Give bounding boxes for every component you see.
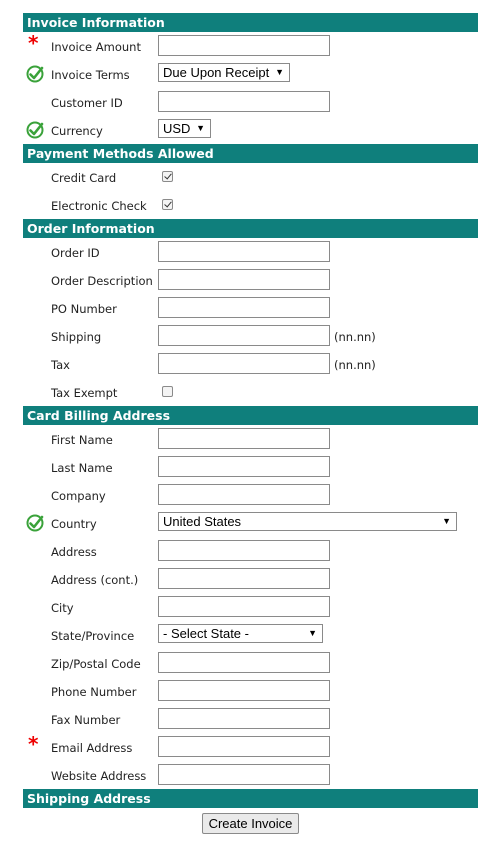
create-invoice-button[interactable]: Create Invoice xyxy=(201,813,300,834)
green-checkmark-icon xyxy=(26,65,44,83)
tax-exempt-row: Tax Exempt xyxy=(23,378,478,406)
invoice-terms-label: Invoice Terms xyxy=(51,68,130,82)
required-asterisk-icon: * xyxy=(28,732,39,756)
order-description-input[interactable] xyxy=(158,269,330,290)
address-row: Address xyxy=(23,537,478,565)
country-row: Country United States ▼ xyxy=(23,509,478,537)
credit-card-checkbox[interactable] xyxy=(162,171,173,182)
tax-format-hint: (nn.nn) xyxy=(334,358,376,372)
electronic-check-checkbox[interactable] xyxy=(162,199,173,210)
phone-row: Phone Number xyxy=(23,677,478,705)
shipping-row: Shipping (nn.nn) xyxy=(23,322,478,350)
electronic-check-label: Electronic Check xyxy=(51,199,147,213)
order-description-label: Order Description xyxy=(51,274,153,288)
order-id-label: Order ID xyxy=(51,246,100,260)
dropdown-arrow-icon: ▼ xyxy=(308,628,317,638)
currency-row: Currency USD ▼ xyxy=(23,116,478,144)
currency-label: Currency xyxy=(51,124,103,138)
website-input[interactable] xyxy=(158,764,330,785)
section-header-shipping-address: Shipping Address xyxy=(23,789,478,808)
dropdown-arrow-icon: ▼ xyxy=(196,123,205,133)
invoice-terms-row: Invoice Terms Due Upon Receipt ▼ xyxy=(23,60,478,88)
address-input[interactable] xyxy=(158,540,330,561)
tax-input[interactable] xyxy=(158,353,330,374)
email-row: * Email Address xyxy=(23,732,478,761)
invoice-terms-value: Due Upon Receipt xyxy=(163,65,270,80)
tax-label: Tax xyxy=(51,358,70,372)
required-asterisk-icon: * xyxy=(28,31,39,55)
customer-id-label: Customer ID xyxy=(51,96,123,110)
actions-bar: Create Invoice xyxy=(23,808,478,834)
address-cont-input[interactable] xyxy=(158,568,330,589)
first-name-row: First Name xyxy=(23,425,478,453)
first-name-label: First Name xyxy=(51,433,113,447)
country-select[interactable]: United States ▼ xyxy=(158,512,457,531)
credit-card-row: Credit Card xyxy=(23,163,478,191)
country-value: United States xyxy=(163,514,242,529)
last-name-input[interactable] xyxy=(158,456,330,477)
address-label: Address xyxy=(51,545,97,559)
state-row: State/Province - Select State - ▼ xyxy=(23,621,478,649)
city-input[interactable] xyxy=(158,596,330,617)
address-cont-label: Address (cont.) xyxy=(51,573,139,587)
website-row: Website Address xyxy=(23,761,478,789)
shipping-label: Shipping xyxy=(51,330,102,344)
order-description-row: Order Description xyxy=(23,266,478,294)
company-row: Company xyxy=(23,481,478,509)
country-label: Country xyxy=(51,517,97,531)
last-name-label: Last Name xyxy=(51,461,113,475)
currency-select[interactable]: USD ▼ xyxy=(158,119,211,138)
last-name-row: Last Name xyxy=(23,453,478,481)
company-label: Company xyxy=(51,489,106,503)
section-header-payment-methods: Payment Methods Allowed xyxy=(23,144,478,163)
invoice-amount-row: * Invoice Amount xyxy=(23,31,478,60)
phone-input[interactable] xyxy=(158,680,330,701)
company-input[interactable] xyxy=(158,484,330,505)
tax-exempt-label: Tax Exempt xyxy=(51,386,118,400)
section-header-order-information: Order Information xyxy=(23,219,478,238)
electronic-check-row: Electronic Check xyxy=(23,191,478,219)
invoice-form: Invoice Information * Invoice Amount Inv… xyxy=(23,13,478,834)
city-label: City xyxy=(51,601,74,615)
customer-id-input[interactable] xyxy=(158,91,330,112)
po-number-input[interactable] xyxy=(158,297,330,318)
dropdown-arrow-icon: ▼ xyxy=(442,516,451,526)
first-name-input[interactable] xyxy=(158,428,330,449)
invoice-amount-label: Invoice Amount xyxy=(51,40,141,54)
po-number-label: PO Number xyxy=(51,302,117,316)
currency-value: USD xyxy=(163,121,191,136)
section-header-card-billing-address: Card Billing Address xyxy=(23,406,478,425)
state-value: - Select State - xyxy=(163,626,249,641)
email-input[interactable] xyxy=(158,736,330,757)
state-label: State/Province xyxy=(51,629,135,643)
website-label: Website Address xyxy=(51,769,147,783)
fax-row: Fax Number xyxy=(23,705,478,733)
phone-label: Phone Number xyxy=(51,685,137,699)
invoice-terms-select[interactable]: Due Upon Receipt ▼ xyxy=(158,63,290,82)
zip-input[interactable] xyxy=(158,652,330,673)
tax-exempt-checkbox[interactable] xyxy=(162,386,173,397)
zip-label: Zip/Postal Code xyxy=(51,657,141,671)
customer-id-row: Customer ID xyxy=(23,88,478,116)
state-select[interactable]: - Select State - ▼ xyxy=(158,624,323,643)
invoice-amount-input[interactable] xyxy=(158,35,330,56)
green-checkmark-icon xyxy=(26,514,44,532)
address-cont-row: Address (cont.) xyxy=(23,565,478,593)
tax-row: Tax (nn.nn) xyxy=(23,350,478,378)
zip-row: Zip/Postal Code xyxy=(23,649,478,677)
green-checkmark-icon xyxy=(26,121,44,139)
email-label: Email Address xyxy=(51,741,133,755)
order-id-input[interactable] xyxy=(158,241,330,262)
po-number-row: PO Number xyxy=(23,294,478,322)
shipping-format-hint: (nn.nn) xyxy=(334,330,376,344)
dropdown-arrow-icon: ▼ xyxy=(275,67,284,77)
city-row: City xyxy=(23,593,478,621)
order-id-row: Order ID xyxy=(23,238,478,266)
shipping-input[interactable] xyxy=(158,325,330,346)
credit-card-label: Credit Card xyxy=(51,171,117,185)
fax-input[interactable] xyxy=(158,708,330,729)
section-header-invoice-information: Invoice Information xyxy=(23,13,478,32)
fax-label: Fax Number xyxy=(51,713,121,727)
